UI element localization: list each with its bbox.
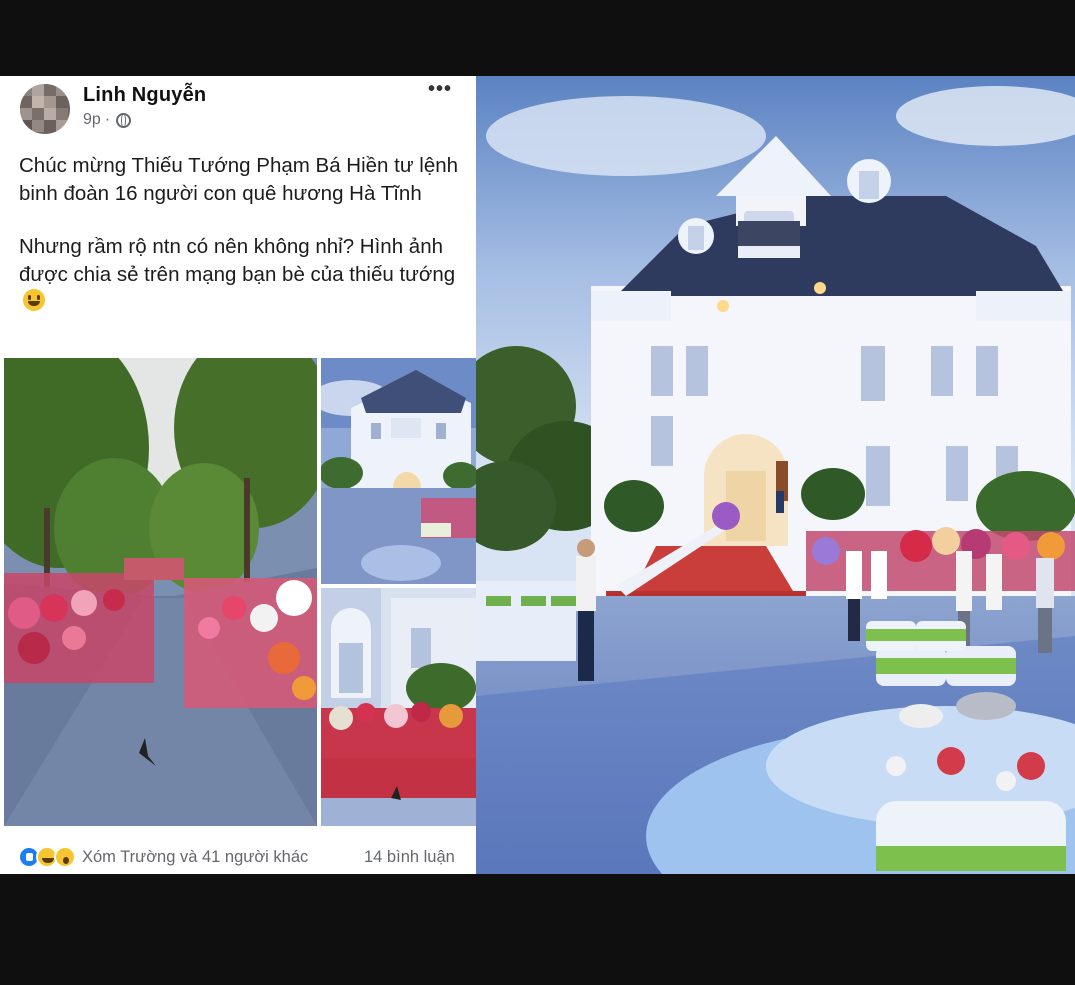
globe-icon (116, 112, 132, 128)
grinning-emoji-icon (23, 289, 45, 311)
post-paragraph-2: Nhưng rầm rộ ntn có nên không nhỉ? Hình … (19, 233, 469, 316)
post-time[interactable]: 9p (83, 111, 101, 129)
comments-count[interactable]: 14 bình luận (364, 848, 455, 867)
top-black-band (0, 0, 1075, 76)
post-photo-villa[interactable] (321, 358, 476, 584)
bottom-black-band (0, 874, 1075, 985)
reactions-summary[interactable]: Xóm Trường và 41 người khác (18, 846, 308, 868)
author-avatar[interactable] (20, 84, 70, 134)
wow-icon (54, 846, 76, 868)
meta-separator: · (104, 111, 111, 128)
more-options-icon[interactable]: ••• (428, 78, 452, 101)
post-photo-entrance-flowers[interactable] (321, 588, 476, 826)
facebook-post-card: Linh Nguyễn 9p · ••• Chúc mừng Thiếu Tướ… (0, 76, 476, 874)
mansion-party-photo[interactable] (476, 76, 1075, 874)
post-meta: 9p · (83, 111, 132, 129)
post-photo-flower-road[interactable] (4, 358, 317, 826)
reactions-text[interactable]: Xóm Trường và 41 người khác (82, 848, 308, 867)
post-paragraph-1: Chúc mừng Thiếu Tướng Phạm Bá Hiền tư lệ… (19, 154, 459, 205)
post-paragraph-2-text: Nhưng rầm rộ ntn có nên không nhỉ? Hình … (19, 235, 456, 286)
author-name[interactable]: Linh Nguyễn (83, 84, 206, 107)
post-body: Chúc mừng Thiếu Tướng Phạm Bá Hiền tư lệ… (19, 152, 469, 342)
